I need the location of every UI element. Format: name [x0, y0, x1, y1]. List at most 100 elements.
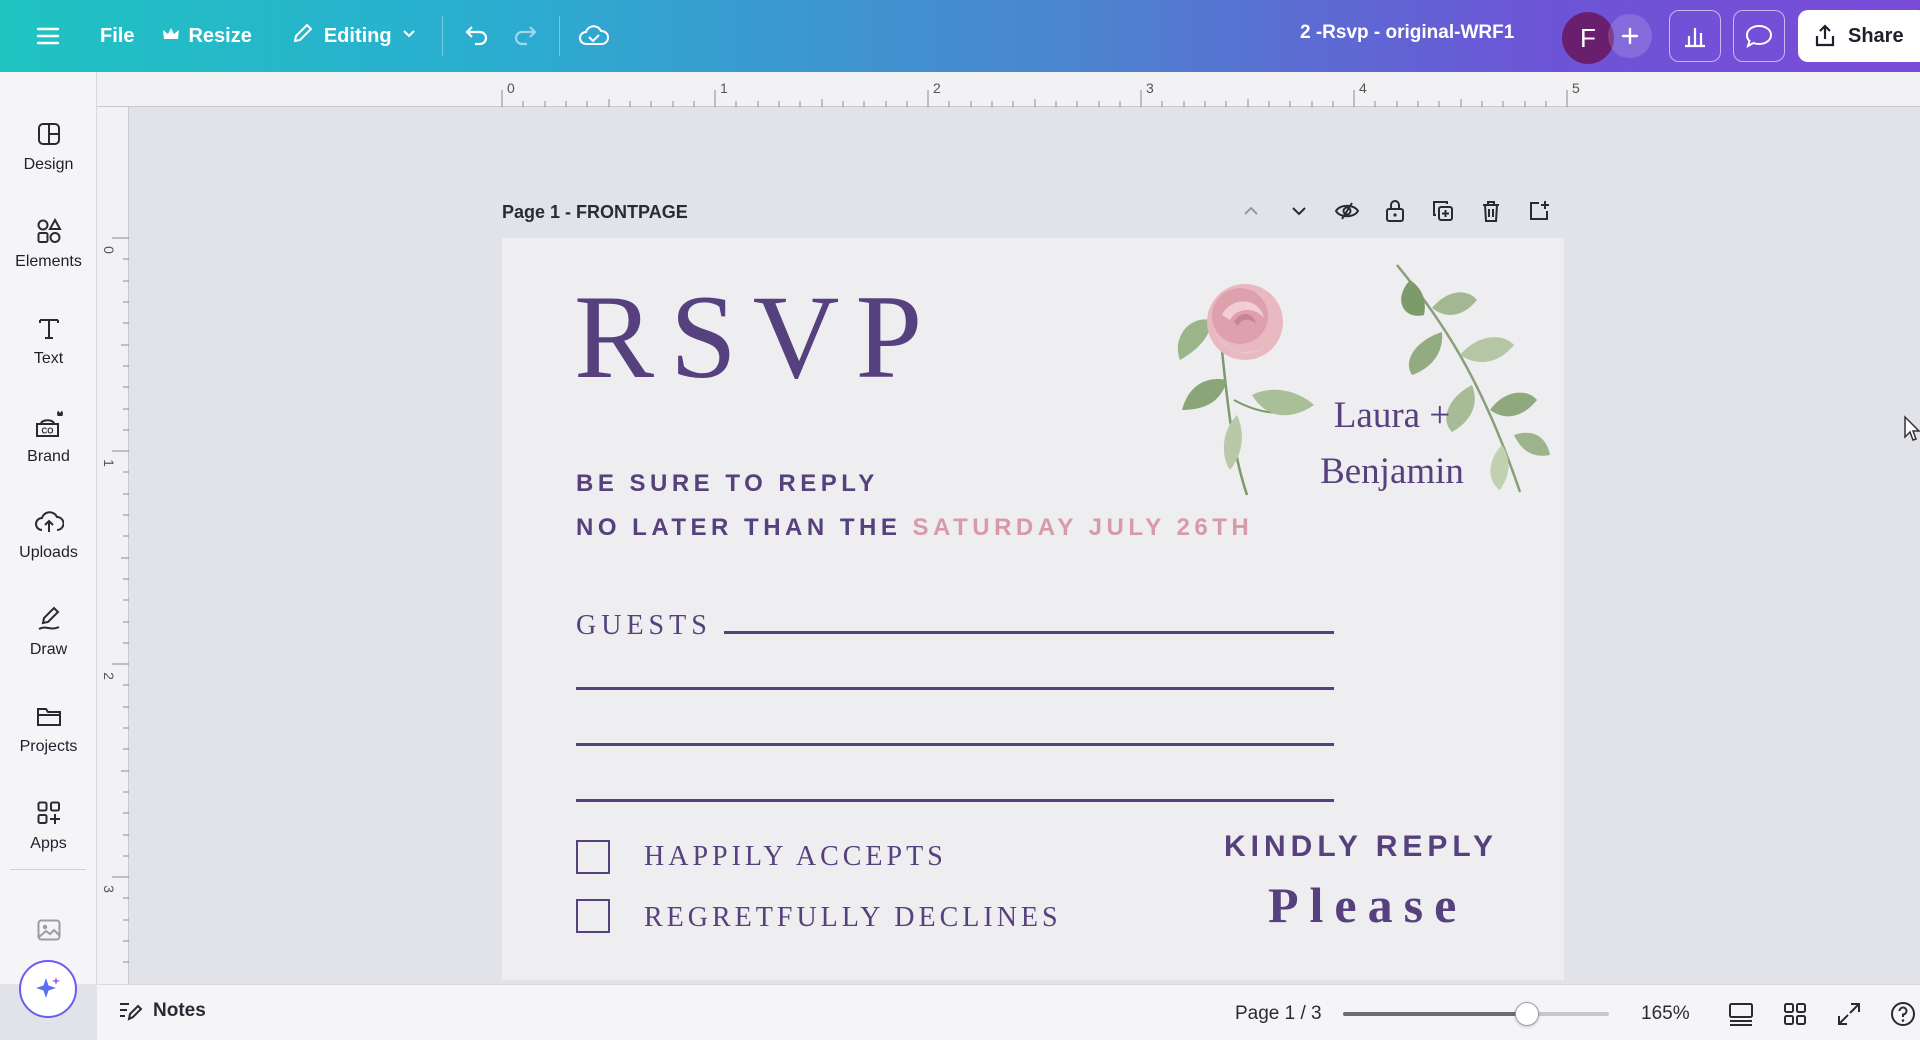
chevron-down-icon[interactable]	[1284, 196, 1314, 226]
reply-deadline-line-1[interactable]: BE SURE TO REPLY	[576, 470, 879, 498]
undo-icon[interactable]	[453, 12, 501, 60]
draw-icon	[37, 606, 59, 630]
zoom-slider-handle[interactable]	[1514, 1002, 1539, 1026]
decline-label[interactable]: REGRETFULLY DECLINES	[644, 902, 1062, 934]
sidebar-item-projects[interactable]: Projects	[0, 684, 97, 774]
editing-mode-button[interactable]: Editing	[276, 12, 432, 60]
sidebar-item-photos[interactable]	[0, 900, 97, 960]
zoom-slider[interactable]	[1343, 1002, 1609, 1026]
trash-icon[interactable]	[1476, 196, 1506, 226]
accept-label[interactable]: HAPPILY ACCEPTS	[644, 841, 947, 873]
sidebar-item-brand[interactable]: CO Brand	[0, 393, 97, 483]
add-collaborator-button[interactable]	[1608, 14, 1652, 58]
sidebar-item-design[interactable]: Design	[0, 102, 97, 192]
ruler-label: 2	[100, 672, 117, 680]
toolbar-divider	[558, 16, 560, 56]
page-title[interactable]: Page 1 - FRONTPAGE	[502, 202, 688, 223]
comments-button[interactable]	[1733, 10, 1785, 62]
sidebar-item-elements[interactable]: Elements	[0, 199, 97, 289]
ruler-label: 0	[507, 80, 515, 96]
page-indicator[interactable]: Page 1 / 3	[1235, 1003, 1322, 1025]
comment-icon	[1745, 24, 1773, 49]
zoom-slider-fill	[1343, 1012, 1527, 1016]
ruler-label: 1	[100, 459, 117, 467]
sidebar-item-text[interactable]: Text	[0, 296, 97, 386]
ruler-label: 0	[100, 246, 117, 254]
sidebar-item-label: Draw	[29, 641, 68, 658]
sidebar-item-draw[interactable]: Draw	[0, 587, 97, 677]
guest-name-line[interactable]	[576, 799, 1334, 802]
couple-name-line-1: Laura +	[1333, 395, 1451, 436]
hide-page-icon[interactable]	[1332, 196, 1362, 226]
duplicate-page-icon[interactable]	[1428, 196, 1458, 226]
toolbar-divider	[441, 16, 443, 56]
ruler-ticks	[501, 90, 1568, 107]
ruler-label: 3	[1146, 80, 1154, 96]
kindly-reply-text[interactable]: KINDLY REPLY	[1224, 830, 1498, 864]
ruler-label: 2	[933, 80, 941, 96]
rsvp-heading[interactable]: RSVP	[574, 268, 938, 406]
folder-icon	[36, 708, 61, 726]
brand-icon: CO	[35, 410, 63, 437]
page-view-icon[interactable]	[1724, 997, 1758, 1031]
redo-icon[interactable]	[501, 12, 549, 60]
menu-icon[interactable]	[24, 12, 72, 60]
lock-icon[interactable]	[1380, 196, 1410, 226]
insights-button[interactable]	[1669, 10, 1721, 62]
horizontal-ruler: 0 1 2 3 4 5	[97, 72, 1920, 107]
share-button[interactable]: Share	[1798, 10, 1920, 62]
uploads-icon	[34, 511, 64, 532]
bar-chart-icon	[1685, 28, 1705, 48]
user-avatar[interactable]: F	[1562, 12, 1614, 64]
resize-label: Resize	[188, 24, 252, 47]
svg-text:CO: CO	[41, 427, 53, 436]
pencil-icon	[290, 20, 316, 52]
couple-names[interactable]: Laura + Benjamin	[1292, 388, 1492, 500]
file-menu-button[interactable]: File	[86, 12, 148, 60]
chevron-up-icon[interactable]	[1236, 196, 1266, 226]
guest-name-line[interactable]	[576, 687, 1334, 690]
sidebar-item-label: Text	[33, 350, 64, 367]
file-menu-label: File	[100, 24, 135, 47]
sparkle-icon	[36, 977, 60, 998]
guests-label[interactable]: GUESTS	[576, 610, 712, 642]
document-title[interactable]: 2 -Rsvp - original-WRF1	[1300, 22, 1514, 44]
plus-icon	[1621, 27, 1639, 45]
top-toolbar: File Resize Editing 2 -Rsvp - original-W…	[0, 0, 1920, 72]
couple-name-line-2: Benjamin	[1320, 451, 1464, 492]
reply-deadline-prefix: NO LATER THAN THE	[576, 514, 913, 541]
ruler-label: 3	[100, 885, 117, 893]
vertical-ruler: 0 1 2 3	[97, 107, 129, 984]
sidebar-item-apps[interactable]: Apps	[0, 781, 97, 871]
sidebar-item-label: Brand	[27, 448, 70, 465]
magic-assistant-button[interactable]	[19, 960, 77, 1018]
guest-name-line[interactable]	[724, 631, 1334, 634]
notes-label: Notes	[153, 1000, 206, 1021]
image-icon	[37, 919, 60, 941]
sidebar-item-label: Elements	[15, 253, 82, 270]
help-icon[interactable]	[1886, 997, 1920, 1031]
cloud-saved-icon[interactable]	[570, 12, 618, 60]
ruler-label: 5	[1572, 80, 1580, 96]
resize-button[interactable]: Resize	[148, 12, 265, 60]
design-icon	[37, 123, 60, 145]
please-text[interactable]: Please	[1268, 876, 1467, 934]
left-sidebar: Design Elements Text CO Brand Uploads Dr…	[0, 72, 97, 984]
sidebar-item-label: Design	[23, 156, 74, 173]
rsvp-card-canvas[interactable]: RSVP BE SURE TO REPLY NO LATER THAN THE …	[502, 238, 1564, 980]
guest-name-line[interactable]	[576, 743, 1334, 746]
fullscreen-icon[interactable]	[1832, 997, 1866, 1031]
sidebar-divider	[10, 869, 86, 870]
accept-checkbox[interactable]	[576, 840, 610, 874]
share-icon	[1815, 24, 1835, 47]
add-page-icon[interactable]	[1524, 196, 1554, 226]
notes-button[interactable]: Notes	[117, 999, 206, 1023]
sidebar-item-uploads[interactable]: Uploads	[0, 490, 97, 580]
grid-view-icon[interactable]	[1778, 997, 1812, 1031]
zoom-level[interactable]: 165%	[1641, 1003, 1690, 1025]
text-icon	[38, 319, 59, 339]
editing-label: Editing	[323, 24, 392, 47]
ruler-label: 4	[1359, 80, 1367, 96]
apps-icon	[37, 801, 60, 824]
decline-checkbox[interactable]	[576, 899, 610, 933]
